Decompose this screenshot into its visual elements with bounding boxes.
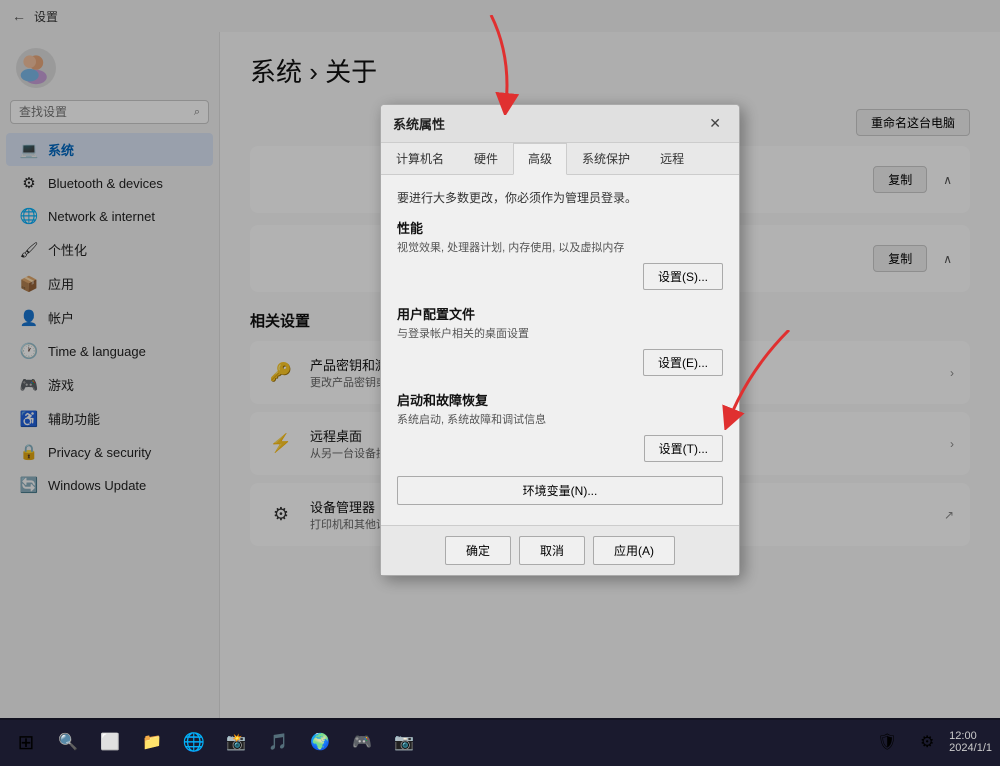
titlebar: ← 设置 — [0, 0, 1000, 32]
related-icon-2: ⚙ — [266, 500, 296, 530]
sidebar-item-apps[interactable]: 📦 应用 — [6, 267, 213, 300]
sidebar-item-time[interactable]: 🕐 Time & language — [6, 335, 213, 367]
chrome-button[interactable]: 🌐 — [176, 724, 212, 760]
dialog-section-2: 启动和故障恢复 系统启动, 系统故障和调试信息 设置(T)... — [397, 390, 723, 462]
dialog-title: 系统属性 — [393, 114, 445, 133]
taskbar: ⊞ 🔍 ⬜ 📁 🌐 📸 🎵 🌍 🎮 📷 🛡 ⚙ 12:002024/1/1 — [0, 718, 1000, 766]
rename-pc-button[interactable]: 重命名这台电脑 — [856, 109, 970, 136]
security-icon[interactable]: 🛡 — [869, 724, 905, 760]
edge-button[interactable]: 🌍 — [302, 724, 338, 760]
sidebar-icon-apps: 📦 — [20, 275, 38, 293]
section-btn-1[interactable]: 设置(E)... — [643, 349, 723, 376]
related-icon-0: 🔑 — [266, 358, 296, 388]
footer-btn-1[interactable]: 取消 — [519, 536, 585, 565]
settings-tray-icon[interactable]: ⚙ — [909, 724, 945, 760]
dialog-tab-2[interactable]: 高级 — [513, 143, 567, 175]
sidebar-label-system: 系统 — [48, 140, 74, 159]
system-properties-dialog[interactable]: 系统属性 ✕ 计算机名硬件高级系统保护远程 要进行大多数更改，你必须作为管理员登… — [380, 104, 740, 576]
dialog-note: 要进行大多数更改，你必须作为管理员登录。 — [397, 189, 723, 206]
sidebar-icon-update: 🔄 — [20, 476, 38, 494]
sidebar-label-accounts: 帐户 — [48, 308, 74, 327]
section-btn-0[interactable]: 设置(S)... — [643, 263, 723, 290]
section-btn-2[interactable]: 设置(T)... — [644, 435, 723, 462]
dialog-tab-0[interactable]: 计算机名 — [381, 143, 459, 174]
dialog-tab-1[interactable]: 硬件 — [459, 143, 513, 174]
search-input[interactable] — [19, 105, 190, 119]
sidebar-label-bluetooth: Bluetooth & devices — [48, 176, 163, 191]
section-desc-0: 视觉效果, 处理器计划, 内存使用, 以及虚拟内存 — [397, 239, 723, 255]
sidebar-label-personal: 个性化 — [48, 240, 87, 259]
back-button[interactable]: ← — [12, 8, 26, 24]
sidebar-item-privacy[interactable]: 🔒 Privacy & security — [6, 436, 213, 468]
sidebar-label-update: Windows Update — [48, 478, 146, 493]
game-button[interactable]: 🎮 — [344, 724, 380, 760]
dialog-section-1: 用户配置文件 与登录帐户相关的桌面设置 设置(E)... — [397, 304, 723, 376]
sidebar-item-system[interactable]: 💻 系统 — [6, 133, 213, 166]
dialog-titlebar: 系统属性 ✕ — [381, 105, 739, 143]
sidebar-item-accessibility[interactable]: ♿ 辅助功能 — [6, 402, 213, 435]
search-box[interactable]: ⌕ — [10, 100, 209, 124]
camera-button[interactable]: 📷 — [386, 724, 422, 760]
titlebar-title: 设置 — [34, 8, 58, 25]
sidebar-label-accessibility: 辅助功能 — [48, 409, 100, 428]
dialog-tab-3[interactable]: 系统保护 — [567, 143, 645, 174]
explorer-button[interactable]: 📁 — [134, 724, 170, 760]
sidebar-label-privacy: Privacy & security — [48, 445, 151, 460]
task-view-button[interactable]: ⬜ — [92, 724, 128, 760]
sidebar-item-update[interactable]: 🔄 Windows Update — [6, 469, 213, 501]
sidebar-icon-time: 🕐 — [20, 342, 38, 360]
footer-btn-0[interactable]: 确定 — [445, 536, 511, 565]
sidebar-label-time: Time & language — [48, 344, 146, 359]
clock: 12:002024/1/1 — [949, 730, 992, 754]
copy-button-2[interactable]: 复制 — [873, 245, 927, 272]
sidebar-icon-accounts: 👤 — [20, 309, 38, 327]
sidebar-label-network: Network & internet — [48, 209, 155, 224]
sidebar-icon-system: 💻 — [20, 141, 38, 159]
sidebar-icon-bluetooth: ⚙ — [20, 174, 38, 192]
sidebar-item-gaming[interactable]: 🎮 游戏 — [6, 368, 213, 401]
section-title-2: 启动和故障恢复 — [397, 390, 723, 409]
footer-btn-2[interactable]: 应用(A) — [593, 536, 675, 565]
avatar — [16, 48, 56, 88]
copy-button-1[interactable]: 复制 — [873, 166, 927, 193]
chevron-up-icon-2: ∧ — [943, 252, 952, 266]
section-title-0: 性能 — [397, 218, 723, 237]
music-button[interactable]: 🎵 — [260, 724, 296, 760]
sidebar-icon-gaming: 🎮 — [20, 376, 38, 394]
sidebar-icon-accessibility: ♿ — [20, 410, 38, 428]
related-arrow-0: › — [950, 366, 954, 380]
dialog-close-button[interactable]: ✕ — [703, 113, 727, 134]
dialog-section-0: 性能 视觉效果, 处理器计划, 内存使用, 以及虚拟内存 设置(S)... — [397, 218, 723, 290]
search-taskbar-button[interactable]: 🔍 — [50, 724, 86, 760]
page-title: 系统 › 关于 — [250, 52, 970, 89]
related-icon-1: ⚡ — [266, 429, 296, 459]
env-vars-button[interactable]: 环境变量(N)... — [397, 476, 723, 505]
section-title-1: 用户配置文件 — [397, 304, 723, 323]
sidebar-item-network[interactable]: 🌐 Network & internet — [6, 200, 213, 232]
sidebar-item-bluetooth[interactable]: ⚙ Bluetooth & devices — [6, 167, 213, 199]
dialog-tab-4[interactable]: 远程 — [645, 143, 699, 174]
photos-button[interactable]: 📸 — [218, 724, 254, 760]
section-desc-2: 系统启动, 系统故障和调试信息 — [397, 411, 723, 427]
chevron-up-icon: ∧ — [943, 173, 952, 187]
search-icon: ⌕ — [194, 106, 200, 119]
dialog-body: 要进行大多数更改，你必须作为管理员登录。 性能 视觉效果, 处理器计划, 内存使… — [381, 175, 739, 525]
start-button[interactable]: ⊞ — [8, 724, 44, 760]
related-arrow-1: › — [950, 437, 954, 451]
related-arrow-2: ↗ — [944, 508, 954, 522]
sidebar-item-personal[interactable]: 🖌 个性化 — [6, 233, 213, 266]
sidebar-icon-personal: 🖌 — [20, 241, 38, 259]
sidebar: ⌕ 💻 系统⚙ Bluetooth & devices🌐 Network & i… — [0, 32, 220, 718]
sidebar-icon-privacy: 🔒 — [20, 443, 38, 461]
dialog-footer: 确定取消应用(A) — [381, 525, 739, 575]
sidebar-label-gaming: 游戏 — [48, 375, 74, 394]
sidebar-icon-network: 🌐 — [20, 207, 38, 225]
dialog-tabs: 计算机名硬件高级系统保护远程 — [381, 143, 739, 175]
section-desc-1: 与登录帐户相关的桌面设置 — [397, 325, 723, 341]
sidebar-item-accounts[interactable]: 👤 帐户 — [6, 301, 213, 334]
sidebar-label-apps: 应用 — [48, 274, 74, 293]
